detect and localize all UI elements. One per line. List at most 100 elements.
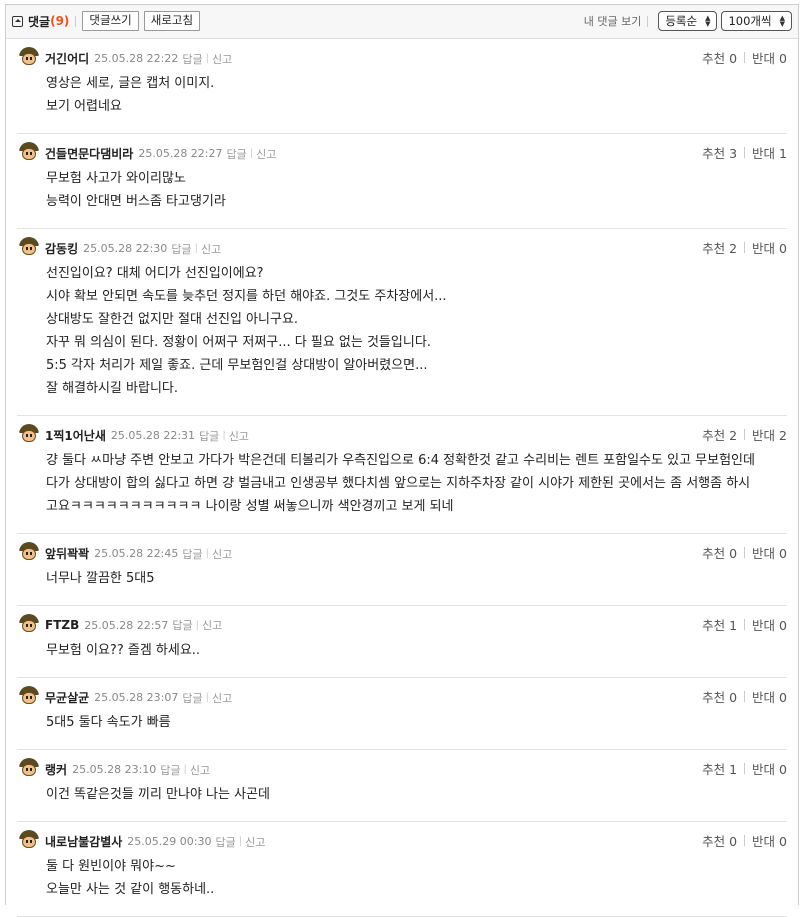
divider: [744, 835, 746, 846]
upvote-button[interactable]: 추천 2: [702, 425, 737, 444]
report-link[interactable]: 신고: [212, 546, 232, 562]
sort-select-value: 등록순: [665, 14, 698, 28]
avatar-eye: [26, 247, 28, 250]
comment-header: 앞뒤꽉꽉 25.05.28 22:45 답글 | 신고 추천 0 반대 0: [17, 534, 787, 561]
avatar-icon[interactable]: [19, 758, 39, 778]
comment-meta: FTZB 25.05.28 22:57 답글 | 신고: [45, 617, 222, 633]
downvote-label: 반대: [752, 241, 776, 256]
report-link[interactable]: 신고: [212, 690, 232, 706]
downvote-button[interactable]: 반대 0: [752, 831, 787, 850]
write-comment-button[interactable]: 댓글쓰기: [82, 11, 139, 31]
comment-author[interactable]: 내로남불감별사: [45, 833, 122, 850]
reply-link[interactable]: 답글: [182, 51, 202, 67]
divider: |: [205, 692, 209, 703]
reply-link[interactable]: 답글: [215, 834, 235, 850]
upvote-count: 1: [729, 762, 738, 777]
comment-item: 1찍1어난새 25.05.28 22:31 답글 | 신고 추천 2 반대 2 …: [17, 416, 787, 534]
avatar-icon[interactable]: [19, 142, 39, 162]
upvote-button[interactable]: 추천 0: [702, 48, 737, 67]
divider: [744, 242, 746, 253]
comment-author[interactable]: 무균살균: [45, 689, 89, 706]
comment-header: 무균살균 25.05.28 23:07 답글 | 신고 추천 0 반대 0: [17, 678, 787, 705]
reply-link[interactable]: 답글: [172, 617, 192, 633]
comment-meta: 1찍1어난새 25.05.28 22:31 답글 | 신고: [45, 427, 249, 444]
report-link[interactable]: 신고: [202, 617, 222, 633]
upvote-button[interactable]: 추천 3: [702, 143, 737, 162]
upvote-button[interactable]: 추천 0: [702, 831, 737, 850]
comment-author[interactable]: 거긴어디: [45, 50, 89, 67]
collapse-toggle-icon[interactable]: [12, 15, 23, 27]
avatar-icon[interactable]: [19, 614, 39, 634]
upvote-label: 추천: [702, 690, 726, 705]
avatar-icon[interactable]: [19, 424, 39, 444]
comment-meta: 내로남불감별사 25.05.29 00:30 답글 | 신고: [45, 833, 265, 850]
report-link[interactable]: 신고: [212, 51, 232, 67]
upvote-button[interactable]: 추천 1: [702, 759, 737, 778]
reply-link[interactable]: 답글: [182, 690, 202, 706]
avatar-icon[interactable]: [19, 830, 39, 850]
downvote-button[interactable]: 반대 0: [752, 48, 787, 67]
comment-item: 감동킹 25.05.28 22:30 답글 | 신고 추천 2 반대 0 선진입…: [17, 229, 787, 416]
comment-header: 건들면문다댐비라 25.05.28 22:27 답글 | 신고 추천 3 반대 …: [17, 134, 787, 161]
avatar-face: [22, 243, 36, 255]
comment-header: FTZB 25.05.28 22:57 답글 | 신고 추천 1 반대 0: [17, 606, 787, 633]
avatar-icon[interactable]: [19, 542, 39, 562]
avatar-face: [22, 53, 36, 65]
page-size-select[interactable]: 100개씩 ▲ ▼: [721, 11, 792, 31]
upvote-button[interactable]: 추천 0: [702, 687, 737, 706]
comment-author[interactable]: FTZB: [45, 618, 79, 632]
reply-link[interactable]: 답글: [171, 241, 191, 257]
divider: |: [183, 764, 187, 775]
upvote-button[interactable]: 추천 0: [702, 543, 737, 562]
comment-body: 무보험 이요?? 즐겜 하세요..: [17, 628, 787, 677]
downvote-button[interactable]: 반대 1: [752, 143, 787, 162]
upvote-label: 추천: [702, 618, 726, 633]
sort-select[interactable]: 등록순 ▲ ▼: [658, 11, 718, 31]
avatar-icon[interactable]: [19, 47, 39, 67]
my-comments-link[interactable]: 내 댓글 보기: [584, 13, 642, 29]
refresh-button[interactable]: 새로고침: [143, 11, 201, 31]
report-link[interactable]: 신고: [245, 834, 265, 850]
avatar-eye: [30, 696, 32, 699]
downvote-button[interactable]: 반대 0: [752, 759, 787, 778]
downvote-count: 0: [779, 834, 787, 849]
avatar-eye: [26, 696, 28, 699]
reply-link[interactable]: 답글: [227, 146, 247, 162]
comment-header: 1찍1어난새 25.05.28 22:31 답글 | 신고 추천 2 반대 2: [17, 416, 787, 443]
comment-author[interactable]: 앞뒤꽉꽉: [45, 545, 89, 562]
comment-date: 25.05.28 22:31: [110, 429, 196, 442]
upvote-button[interactable]: 추천 2: [702, 238, 737, 257]
report-link[interactable]: 신고: [256, 146, 276, 162]
divider: [744, 691, 746, 702]
avatar-icon[interactable]: [19, 237, 39, 257]
downvote-button[interactable]: 반대 0: [752, 687, 787, 706]
downvote-count: 0: [779, 51, 787, 66]
divider: [744, 547, 746, 558]
reply-link[interactable]: 답글: [199, 428, 219, 444]
downvote-button[interactable]: 반대 2: [752, 425, 787, 444]
comment-author[interactable]: 건들면문다댐비라: [45, 145, 133, 162]
downvote-count: 1: [779, 146, 787, 161]
reply-link[interactable]: 답글: [160, 762, 180, 778]
downvote-button[interactable]: 반대 0: [752, 238, 787, 257]
avatar-face: [22, 692, 36, 704]
downvote-count: 0: [779, 546, 787, 561]
comment-author[interactable]: 1찍1어난새: [45, 427, 106, 444]
avatar-eye: [30, 247, 32, 250]
avatar-icon[interactable]: [19, 686, 39, 706]
reply-link[interactable]: 답글: [182, 546, 202, 562]
report-link[interactable]: 신고: [201, 241, 221, 257]
comment-meta: 랭커 25.05.28 23:10 답글 | 신고: [45, 761, 210, 778]
comment-author[interactable]: 감동킹: [45, 240, 78, 257]
downvote-button[interactable]: 반대 0: [752, 615, 787, 634]
divider: [647, 15, 649, 27]
downvote-button[interactable]: 반대 0: [752, 543, 787, 562]
comment-date: 25.05.28 22:27: [138, 147, 223, 160]
report-link[interactable]: 신고: [190, 762, 210, 778]
comment-count: (9): [50, 14, 70, 28]
report-link[interactable]: 신고: [229, 428, 249, 444]
comment-date: 25.05.28 23:07: [94, 691, 179, 704]
avatar-eye: [30, 434, 32, 437]
comment-author[interactable]: 랭커: [45, 761, 67, 778]
upvote-button[interactable]: 추천 1: [702, 615, 737, 634]
